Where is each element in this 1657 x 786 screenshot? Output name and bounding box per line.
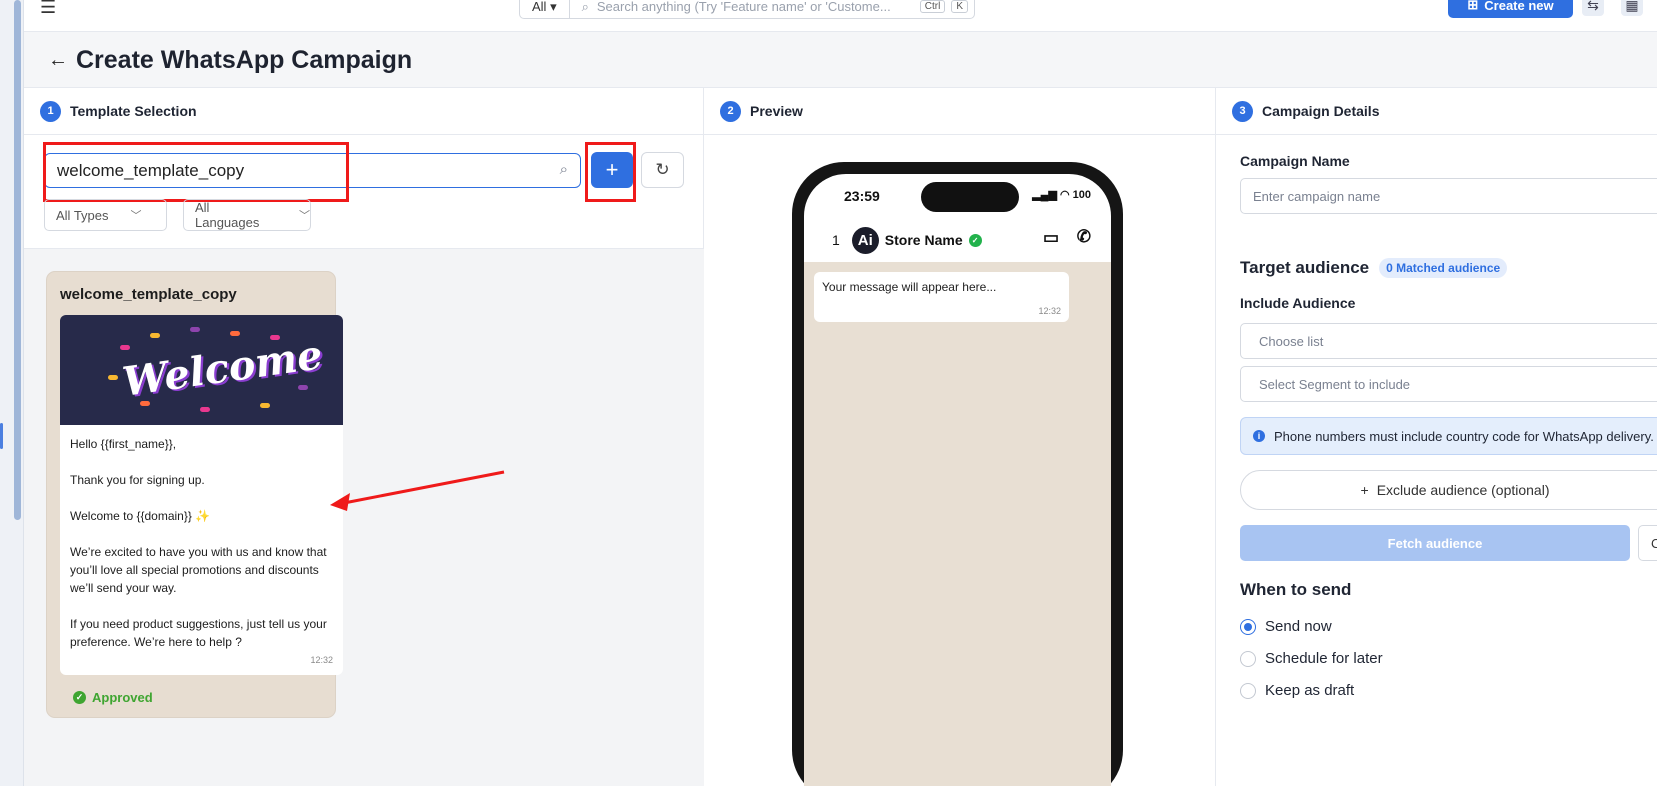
refresh-button[interactable]: ↻: [641, 152, 684, 188]
left-rail: [0, 0, 24, 786]
battery-level: 100: [1072, 189, 1091, 201]
radio-label: Schedule for later: [1265, 650, 1383, 667]
info-icon: i: [1253, 430, 1265, 442]
phone-mockup: 23:59 ▂▄▆ ◠ 100 1 Ai Store Name ✓ ▭ ✆ Yo…: [792, 162, 1123, 786]
search-icon: ⌕: [559, 161, 568, 178]
message-bubble: Your message will appear here... 12:32: [814, 272, 1069, 322]
secondary-button[interactable]: C: [1638, 525, 1657, 561]
search-scope-label: All: [532, 0, 547, 14]
fetch-audience-label: Fetch audience: [1387, 535, 1483, 551]
radio-send-now[interactable]: Send now: [1240, 618, 1332, 635]
chevron-down-icon: ﹀: [130, 210, 142, 222]
info-banner: i Phone numbers must include country cod…: [1240, 417, 1657, 455]
annotation-arrow: [330, 470, 505, 511]
video-call-icon: ▭: [1042, 228, 1059, 247]
menu-icon[interactable]: ☰: [40, 0, 56, 18]
phone-status-bar: ▂▄▆ ◠ 100: [1032, 189, 1091, 201]
template-selection-header: 1 Template Selection: [24, 88, 703, 135]
exclude-audience-label: Exclude audience (optional): [1376, 482, 1550, 498]
preview-panel: 2 Preview 23:59 ▂▄▆ ◠ 100 1 Ai Store Nam…: [704, 88, 1216, 786]
campaign-name-placeholder: Enter campaign name: [1253, 188, 1381, 204]
secondary-button-label: C: [1651, 535, 1657, 551]
phone-call-icon: ✆: [1076, 227, 1091, 246]
info-text: Phone numbers must include country code …: [1274, 428, 1654, 444]
segment-placeholder: Select Segment to include: [1259, 376, 1411, 392]
filter-types-select[interactable]: All Types ﹀: [44, 199, 167, 231]
include-audience-label: Include Audience: [1240, 295, 1356, 311]
chat-header: 1 Ai Store Name ✓ ▭ ✆: [804, 218, 1111, 262]
store-name: Store Name: [884, 232, 963, 248]
choose-list-placeholder: Choose list: [1259, 333, 1324, 349]
kbd-ctrl: Ctrl: [919, 0, 946, 13]
campaign-details-panel: 3 Campaign Details Campaign Name Enter c…: [1216, 88, 1657, 786]
kbd-k: K: [951, 0, 968, 13]
chat-area: Your message will appear here... 12:32: [804, 262, 1111, 786]
radio-keep-draft[interactable]: Keep as draft: [1240, 682, 1354, 699]
campaign-details-header: 3 Campaign Details: [1216, 88, 1657, 135]
create-new-label: Create new: [1484, 0, 1554, 13]
segment-select[interactable]: Select Segment to include: [1240, 366, 1657, 402]
search-placeholder: Search anything (Try 'Feature name' or '…: [596, 0, 891, 14]
bubble-time: 12:32: [1038, 306, 1061, 316]
section-heading: Preview: [750, 103, 803, 119]
phone-screen: 23:59 ▂▄▆ ◠ 100 1 Ai Store Name ✓ ▭ ✆ Yo…: [804, 174, 1111, 786]
choose-list-select[interactable]: Choose list: [1240, 323, 1657, 359]
search-scope-select[interactable]: All ▾: [520, 0, 570, 18]
chevron-down-icon: ﹀: [299, 210, 310, 222]
radio-unselected-icon: [1240, 682, 1256, 699]
plus-icon: +: [1360, 482, 1369, 498]
template-selection-panel: 1 Template Selection welcome_template_co…: [24, 88, 704, 786]
radio-schedule-later[interactable]: Schedule for later: [1240, 650, 1383, 667]
matched-audience-badge: 0 Matched audience: [1379, 258, 1508, 278]
filter-languages-select[interactable]: All Languages ﹀: [183, 199, 311, 231]
radio-selected-icon: [1240, 618, 1256, 635]
search-icon: ⌕: [581, 0, 589, 14]
create-new-button[interactable]: ⊞ Create new: [1448, 0, 1573, 18]
campaign-name-label: Campaign Name: [1240, 153, 1350, 169]
back-arrow-icon[interactable]: ←: [48, 49, 68, 72]
apps-grid-icon[interactable]: ▦: [1621, 0, 1643, 16]
section-heading: Campaign Details: [1262, 103, 1380, 119]
active-indicator: [0, 423, 3, 449]
campaign-name-input[interactable]: Enter campaign name: [1240, 178, 1657, 214]
radio-label: Keep as draft: [1265, 682, 1355, 699]
avatar: Ai: [851, 226, 879, 254]
section-heading: Template Selection: [70, 103, 197, 119]
filter-languages-label: All Languages: [195, 200, 260, 230]
highlight-box-search: [43, 142, 349, 202]
page-title: Create WhatsApp Campaign: [76, 46, 413, 74]
exclude-audience-button[interactable]: + Exclude audience (optional): [1240, 470, 1657, 510]
step-badge: 2: [720, 100, 741, 122]
preview-header: 2 Preview: [704, 88, 1215, 135]
radio-label: Send now: [1265, 618, 1332, 635]
filter-types-label: All Types: [56, 207, 109, 223]
verified-icon: ✓: [968, 233, 982, 247]
page-header: ← Create WhatsApp Campaign: [24, 33, 1657, 88]
fetch-audience-button[interactable]: Fetch audience: [1240, 525, 1630, 561]
step-badge: 1: [40, 100, 61, 122]
when-to-send-label: When to send: [1240, 580, 1352, 599]
step-badge: 3: [1232, 100, 1253, 122]
phone-clock: 23:59: [844, 188, 880, 204]
target-audience-row: Target audience 0 Matched audience: [1240, 258, 1508, 278]
dynamic-island: [921, 182, 1019, 212]
bubble-text: Your message will appear here...: [822, 280, 997, 294]
top-bar: ☰ All ▾ ⌕ Search anything (Try 'Feature …: [24, 0, 1657, 32]
template-grid: welcome_template_copy Welcome Hello {{fi…: [24, 248, 704, 786]
radio-unselected-icon: [1240, 650, 1256, 667]
highlight-box-add: [585, 142, 636, 202]
chat-count: 1: [832, 232, 840, 248]
translate-icon[interactable]: ⇆: [1582, 0, 1604, 16]
refresh-icon: ↻: [655, 160, 670, 179]
scrollbar[interactable]: [14, 0, 21, 520]
target-audience-label: Target audience: [1240, 258, 1370, 277]
global-search[interactable]: All ▾ ⌕ Search anything (Try 'Feature na…: [519, 0, 975, 19]
plus-square-icon: ⊞: [1467, 0, 1479, 12]
